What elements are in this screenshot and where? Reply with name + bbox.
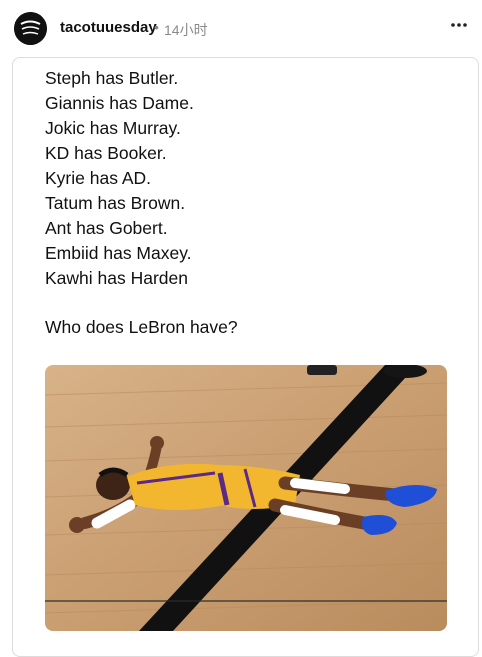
avatar[interactable] (14, 12, 47, 45)
post-question: Who does LeBron have? (45, 317, 238, 337)
post-text-line: Kyrie has AD. (45, 168, 152, 188)
post-text-line: KD has Booker. (45, 143, 167, 163)
basketball-player-photo (45, 365, 447, 631)
avatar-logo-icon (14, 12, 47, 45)
post-text-line: Giannis has Dame. (45, 93, 194, 113)
more-options-button[interactable] (448, 14, 470, 36)
post-text-line: Tatum has Brown. (45, 193, 186, 213)
username[interactable]: tacotuuesday (60, 19, 157, 36)
post-text-line: Embiid has Maxey. (45, 243, 192, 263)
post-header: tacotuuesday • 14小时 (0, 0, 482, 56)
more-horizontal-icon (451, 23, 467, 27)
post-text-line: Ant has Gobert. (45, 218, 168, 238)
post-body-text: Steph has Butler. Giannis has Dame. Joki… (45, 66, 445, 291)
meta-separator: • (154, 19, 159, 35)
post-image[interactable] (45, 365, 447, 631)
post-text-line: Kawhi has Harden (45, 268, 188, 288)
post-text-line: Jokic has Murray. (45, 118, 181, 138)
post-text-line: Steph has Butler. (45, 68, 179, 88)
post-timestamp[interactable]: 14小时 (164, 20, 208, 40)
